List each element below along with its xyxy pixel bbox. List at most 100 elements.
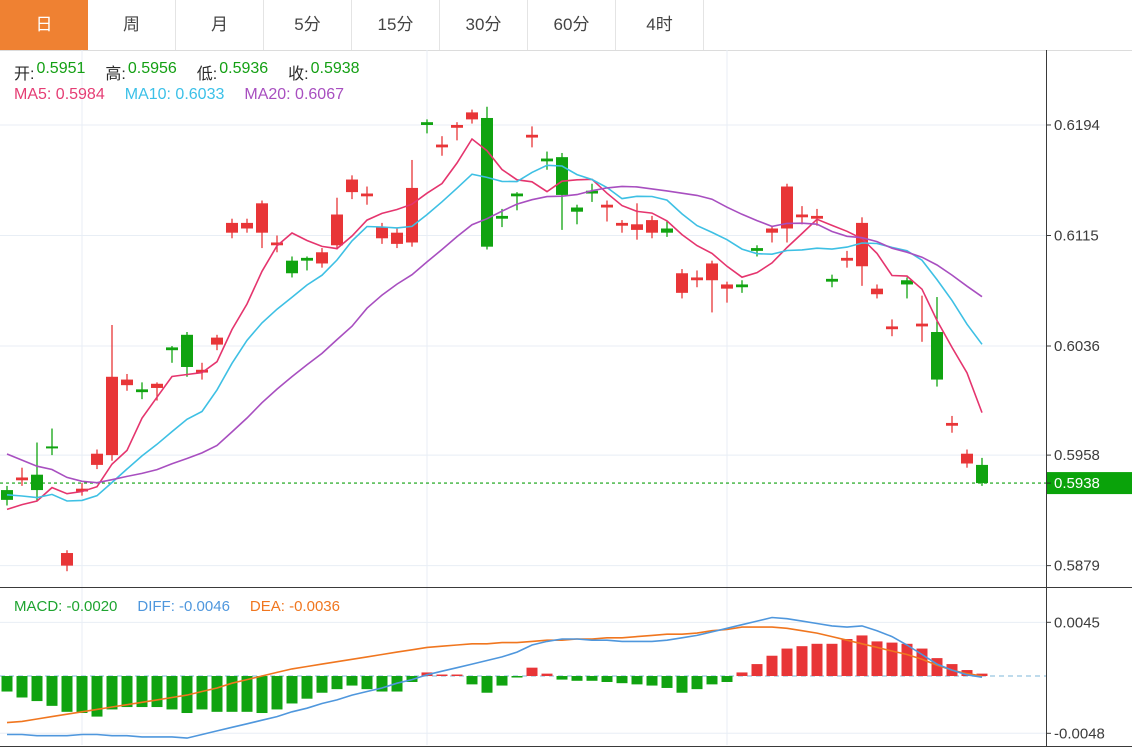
candlestick-pane bbox=[0, 106, 1046, 572]
candle bbox=[241, 218, 253, 233]
macd-bar bbox=[226, 676, 238, 712]
candle bbox=[421, 119, 433, 134]
price-tick-label: 0.5879 bbox=[1054, 558, 1100, 575]
macd-bar bbox=[331, 676, 343, 690]
macd-bar bbox=[691, 676, 703, 690]
macd-bar bbox=[856, 635, 868, 677]
price-tick-label: 0.6036 bbox=[1054, 338, 1100, 355]
high-label: 高: bbox=[105, 66, 126, 83]
macd-bar bbox=[751, 664, 763, 677]
close-label: 收: bbox=[288, 66, 309, 83]
candle bbox=[316, 248, 328, 268]
tab-4hour[interactable]: 4时 bbox=[616, 0, 704, 50]
dea-value-legend: DEA: -0.0036 bbox=[249, 598, 340, 615]
macd-bar bbox=[106, 676, 118, 710]
macd-bar bbox=[121, 676, 133, 708]
macd-bar bbox=[766, 655, 778, 677]
candle bbox=[841, 250, 853, 268]
candle bbox=[196, 362, 208, 380]
candle bbox=[766, 225, 778, 243]
candle bbox=[961, 449, 973, 468]
tab-month[interactable]: 月 bbox=[176, 0, 264, 50]
candle bbox=[751, 245, 763, 257]
macd-bar bbox=[496, 676, 508, 686]
macd-bar bbox=[436, 674, 448, 677]
candle bbox=[166, 345, 178, 363]
high-value: 0.5956 bbox=[127, 60, 177, 77]
macd-bar bbox=[256, 676, 268, 714]
tab-5min[interactable]: 5分 bbox=[264, 0, 352, 50]
close-value: 0.5938 bbox=[310, 60, 360, 77]
candle bbox=[466, 109, 478, 124]
candle bbox=[556, 152, 568, 230]
candle bbox=[886, 319, 898, 337]
tab-week[interactable]: 周 bbox=[88, 0, 176, 50]
candle bbox=[106, 325, 118, 461]
macd-bar bbox=[346, 676, 358, 686]
price-tick-label: 0.5958 bbox=[1054, 447, 1100, 464]
candle bbox=[271, 235, 283, 253]
ma5-line bbox=[6, 137, 983, 511]
ma10-legend: MA10: 0.6033 bbox=[124, 86, 225, 103]
candle bbox=[616, 220, 628, 233]
candle bbox=[856, 217, 868, 286]
price-axis: 0.6194 0.6115 0.6036 0.5958 0.5879 0.0045 -0.0… bbox=[0, 50, 1132, 747]
candle bbox=[646, 215, 658, 239]
candle bbox=[136, 382, 148, 400]
macd-bar bbox=[886, 642, 898, 677]
ma5-legend: MA5: 0.5984 bbox=[14, 86, 105, 103]
candle bbox=[691, 270, 703, 288]
tab-day[interactable]: 日 bbox=[0, 0, 88, 50]
ma20-line bbox=[6, 185, 983, 484]
candle bbox=[286, 256, 298, 278]
macd-bar bbox=[481, 676, 493, 693]
candle bbox=[706, 260, 718, 313]
macd-bar bbox=[286, 676, 298, 704]
candle bbox=[601, 200, 613, 222]
macd-bar bbox=[646, 676, 658, 686]
macd-legend: MACD: -0.0020 DIFF: -0.0046 DEA: -0.0036 bbox=[14, 598, 340, 615]
current-price-tag: 0.5938 bbox=[1046, 472, 1132, 495]
macd-pane bbox=[0, 616, 1046, 739]
macd-bar bbox=[661, 676, 673, 688]
candle bbox=[331, 197, 343, 250]
macd-tick-label: 0.0045 bbox=[1054, 614, 1100, 631]
macd-bar bbox=[46, 676, 58, 706]
price-chart-canvas[interactable]: 0.6194 0.6115 0.6036 0.5958 0.5879 0.0045 -0.0… bbox=[0, 0, 1132, 750]
candle bbox=[346, 175, 358, 200]
candle bbox=[796, 206, 808, 225]
price-tick-label: 0.6115 bbox=[1054, 227, 1099, 244]
macd-bar bbox=[211, 676, 223, 712]
tab-30min[interactable]: 30分 bbox=[440, 0, 528, 50]
macd-bar bbox=[466, 676, 478, 685]
candle bbox=[376, 222, 388, 244]
macd-bar bbox=[901, 643, 913, 677]
ma20-legend: MA20: 0.6067 bbox=[244, 86, 344, 103]
candle bbox=[721, 281, 733, 303]
macd-bar bbox=[841, 639, 853, 677]
candle bbox=[391, 228, 403, 249]
macd-bar bbox=[1, 676, 13, 692]
candle bbox=[361, 186, 373, 205]
macd-bar bbox=[826, 643, 838, 677]
current-price-tag-label: 0.5938 bbox=[1054, 475, 1100, 492]
candle bbox=[586, 183, 598, 202]
macd-bar bbox=[511, 676, 523, 678]
macd-bar bbox=[676, 676, 688, 693]
period-tabbar: 日 周 月 5分 15分 30分 60分 4时 bbox=[0, 0, 704, 50]
macd-bar bbox=[556, 676, 568, 680]
macd-bar bbox=[586, 676, 598, 681]
tab-15min[interactable]: 15分 bbox=[352, 0, 440, 50]
tab-60min[interactable]: 60分 bbox=[528, 0, 616, 50]
candle bbox=[736, 280, 748, 293]
macd-bar bbox=[616, 676, 628, 684]
macd-bar bbox=[151, 676, 163, 708]
macd-bar bbox=[241, 676, 253, 712]
candle bbox=[46, 428, 58, 456]
price-tick-label: 0.6194 bbox=[1054, 117, 1100, 134]
macd-bar bbox=[796, 646, 808, 677]
candle bbox=[301, 256, 313, 271]
candle bbox=[121, 373, 133, 391]
candle bbox=[436, 136, 448, 156]
macd-bar bbox=[541, 673, 553, 677]
